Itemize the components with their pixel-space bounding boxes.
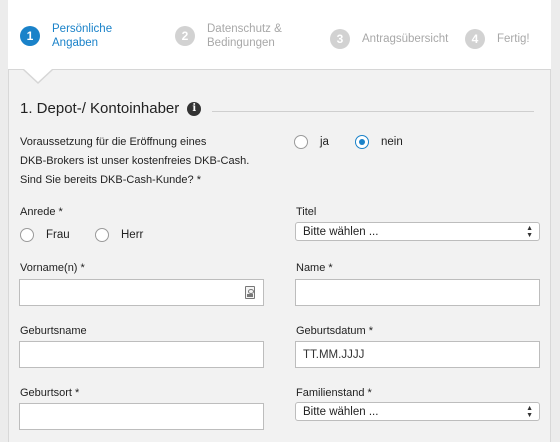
step-number: 1 [20,26,40,46]
geburtsname-input[interactable] [19,341,264,368]
contact-card-icon[interactable] [245,286,255,299]
step-privacy-terms: 2 Datenschutz & Bedingungen [175,22,282,50]
familienstand-select[interactable]: Bitte wählen ... ▲ ▼ [295,402,540,421]
anrede-radio-frau[interactable]: Frau [20,228,70,242]
step-number: 3 [330,29,350,49]
titel-label: Titel [296,206,317,218]
info-icon[interactable]: i [187,101,202,116]
vorname-input[interactable] [19,279,264,306]
step-number: 4 [465,29,485,49]
anrede-label: Anrede * [20,206,63,218]
section-title: 1. Depot-/ Kontoinhaber i [20,100,202,117]
step-label: Fertig! [497,33,530,45]
active-step-pointer [24,69,52,82]
step-application-overview: 3 Antragsübersicht [330,29,448,49]
anrede-radio-herr[interactable]: Herr [95,228,143,242]
name-label: Name * [296,262,333,274]
geburtsdatum-label: Geburtsdatum * [296,325,374,337]
radio-circle[interactable] [20,228,34,242]
step-number: 2 [175,26,195,46]
vorname-label: Vorname(n) * [20,262,85,274]
step-done: 4 Fertig! [465,29,530,49]
name-input[interactable] [295,279,540,306]
select-arrows-icon: ▲ ▼ [526,225,533,239]
radio-circle[interactable] [355,135,369,149]
step-label: Persönliche Angaben [52,23,113,49]
step-label: Antragsübersicht [362,33,449,45]
geburtsname-label: Geburtsname [20,325,87,337]
titel-select[interactable]: Bitte wählen ... ▲ ▼ [295,222,540,241]
geburtsdatum-input[interactable]: TT.MM.JJJJ [295,341,540,368]
section-divider [212,111,534,112]
geburtsort-input[interactable] [19,403,264,430]
geburtsort-label: Geburtsort * [20,387,80,399]
dkb-cash-question: Voraussetzung für die Eröffnung eines DK… [20,136,250,186]
step-label: Datenschutz & Bedingungen [207,23,282,49]
radio-circle[interactable] [294,135,308,149]
dkb-cash-radio-nein[interactable]: nein [355,135,403,149]
step-personal-data[interactable]: 1 Persönliche Angaben [20,22,112,50]
radio-circle[interactable] [95,228,109,242]
select-arrows-icon: ▲ ▼ [526,405,533,419]
familienstand-label: Familienstand * [296,387,372,399]
dkb-cash-radio-ja[interactable]: ja [294,135,329,149]
